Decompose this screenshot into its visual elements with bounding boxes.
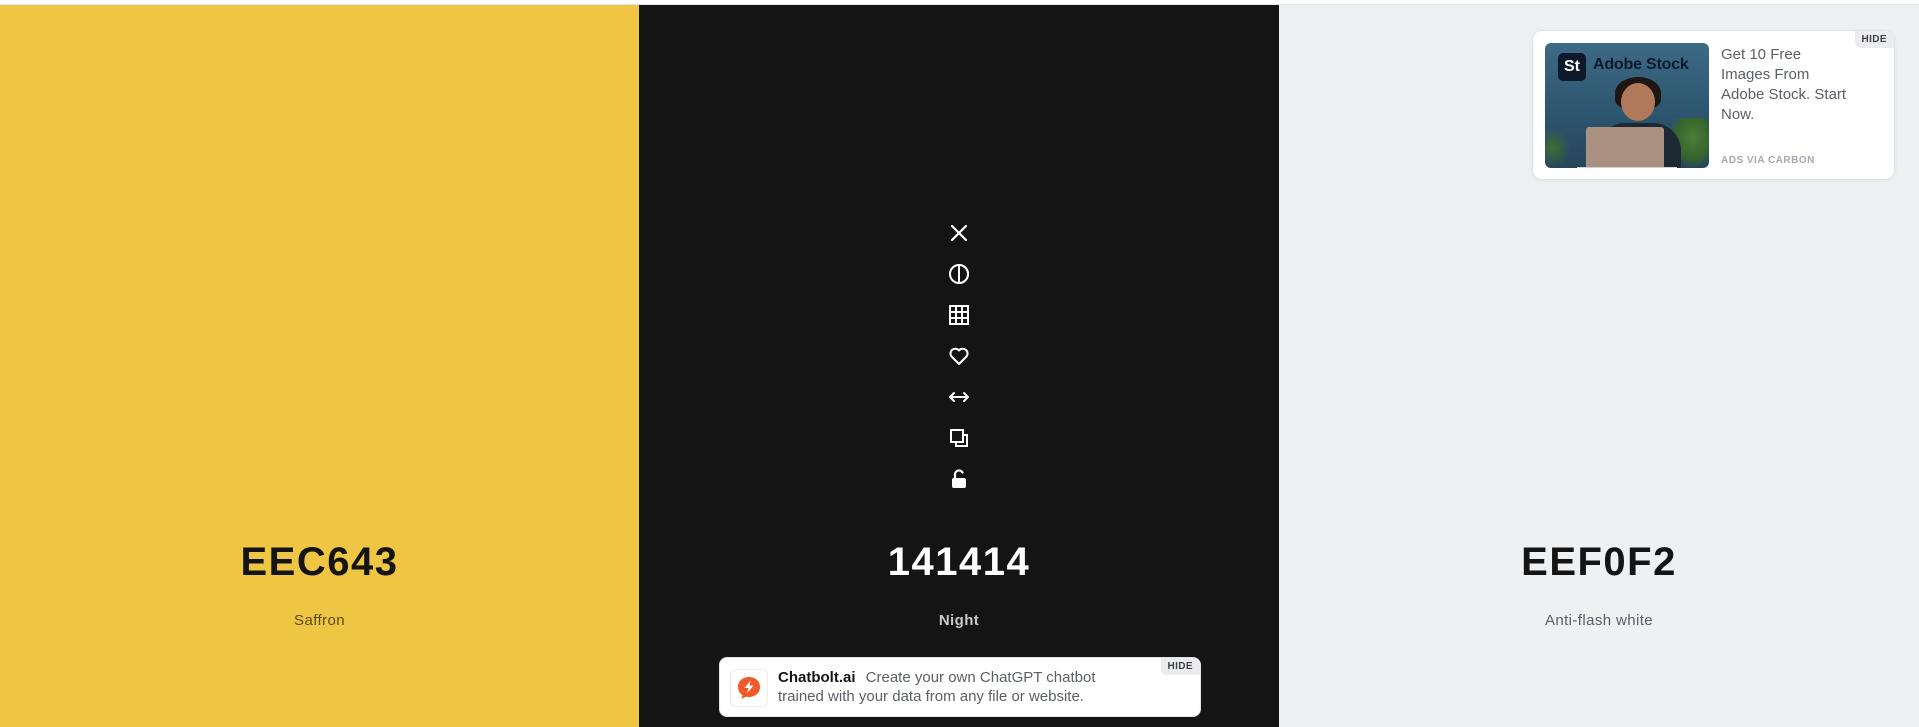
laptop-graphic: [1577, 167, 1677, 168]
unlock-icon: [952, 468, 966, 488]
color-name[interactable]: Saffron: [0, 612, 639, 629]
color-hex[interactable]: EEC643: [0, 540, 639, 585]
color-name[interactable]: Night: [639, 612, 1279, 629]
color-swatch-night[interactable]: 141414 Night: [639, 5, 1279, 727]
close-icon: [950, 224, 968, 241]
hide-banner-button[interactable]: HIDE: [1160, 658, 1200, 675]
arrows-horizontal-icon: [949, 391, 969, 402]
remove-color-button[interactable]: [944, 212, 974, 253]
half-circle-icon: [949, 263, 969, 284]
ad-via[interactable]: ADS VIA CARBON: [1721, 155, 1815, 166]
grid-icon: [949, 304, 969, 325]
carbon-ad[interactable]: St Adobe Stock Get 10 Free Images From A…: [1532, 30, 1895, 180]
copy-button[interactable]: [944, 417, 974, 458]
adobe-stock-logo: St: [1558, 53, 1586, 81]
hide-ad-button[interactable]: HIDE: [1854, 31, 1894, 48]
ad-image[interactable]: St Adobe Stock: [1545, 43, 1709, 168]
lock-button[interactable]: [944, 458, 974, 499]
swatch-toolbar: [944, 212, 974, 499]
banner-text[interactable]: Chatbolt.ai Create your own ChatGPT chat…: [778, 668, 1138, 706]
person-graphic: [1621, 83, 1655, 121]
color-hex[interactable]: EEF0F2: [1279, 540, 1919, 585]
color-hex[interactable]: 141414: [639, 540, 1279, 585]
ad-brand: Adobe Stock: [1593, 56, 1689, 73]
color-swatch-saffron[interactable]: EEC643 Saffron: [0, 5, 639, 727]
chatbolt-icon: [730, 669, 768, 707]
view-shades-button[interactable]: [944, 253, 974, 294]
drag-button[interactable]: [944, 376, 974, 417]
copy-icon: [950, 428, 968, 447]
grid-button[interactable]: [944, 294, 974, 335]
heart-icon: [949, 347, 969, 365]
laptop-graphic: [1586, 127, 1664, 168]
color-name[interactable]: Anti-flash white: [1279, 612, 1919, 629]
ad-text[interactable]: Get 10 Free Images From Adobe Stock. Sta…: [1721, 45, 1851, 125]
banner-brand: Chatbolt.ai: [778, 669, 856, 686]
chatbolt-banner[interactable]: Chatbolt.ai Create your own ChatGPT chat…: [719, 657, 1201, 717]
plant-graphic: [1545, 128, 1571, 168]
favorite-button[interactable]: [944, 335, 974, 376]
